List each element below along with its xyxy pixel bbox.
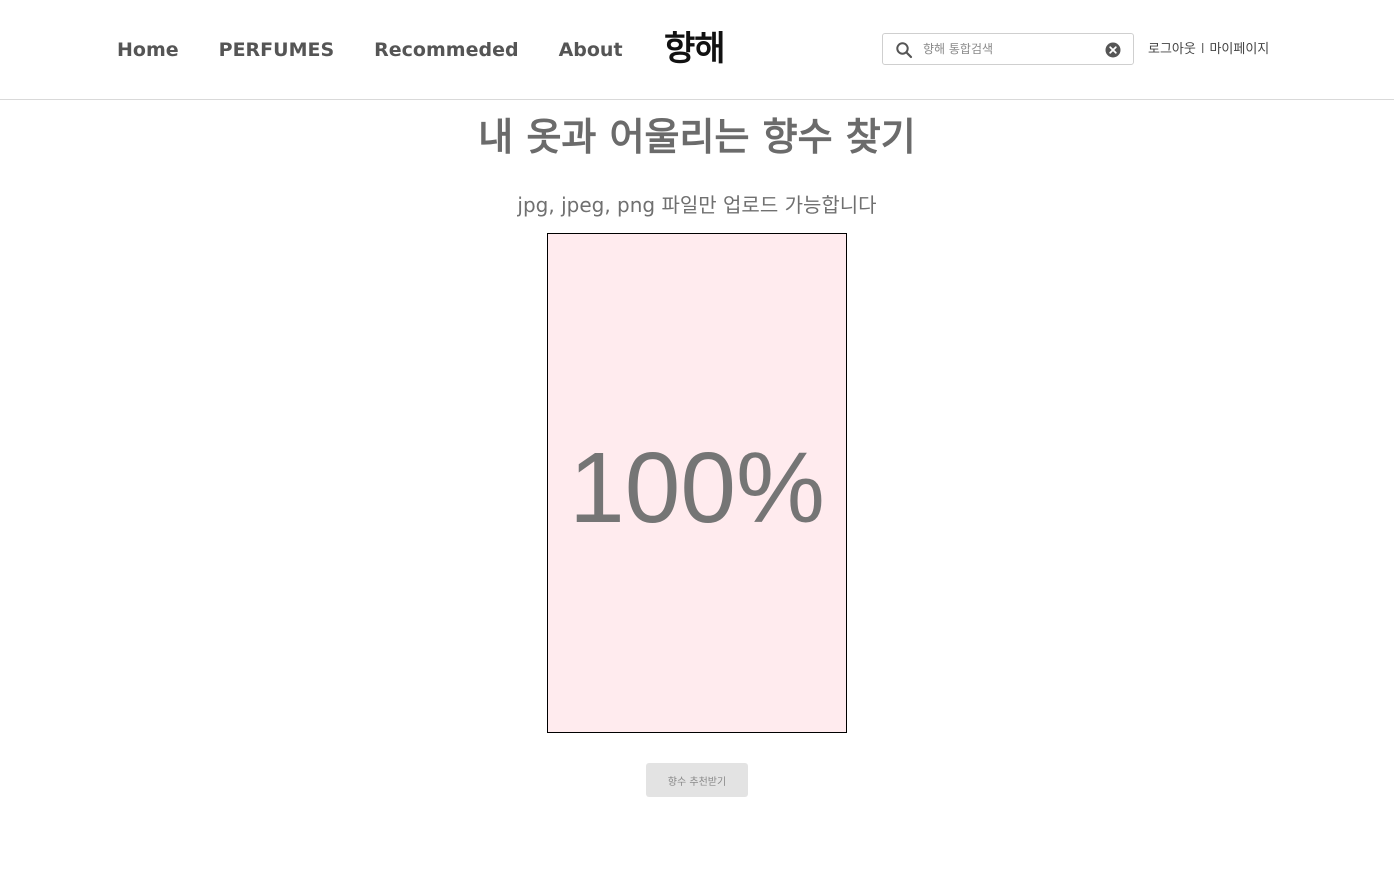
- clear-search-icon[interactable]: [1105, 42, 1121, 58]
- search-icon[interactable]: [895, 41, 913, 59]
- nav-recommended[interactable]: Recommeded: [374, 38, 518, 62]
- recommend-perfume-button[interactable]: 향수 추천받기: [646, 763, 748, 797]
- search-box: [882, 33, 1134, 65]
- site-logo[interactable]: 향해: [664, 29, 726, 69]
- user-links: 로그아웃 l 마이페이지: [1148, 40, 1269, 60]
- main-nav: Home PERFUMES Recommeded About: [117, 38, 623, 62]
- nav-home[interactable]: Home: [117, 38, 179, 62]
- nav-perfumes[interactable]: PERFUMES: [219, 38, 335, 62]
- logout-link[interactable]: 로그아웃: [1148, 40, 1196, 60]
- upload-progress-text: 100%: [569, 432, 825, 544]
- page-title: 내 옷과 어울리는 향수 찾기: [478, 115, 916, 159]
- upload-hint: jpg, jpeg, png 파일만 업로드 가능합니다: [517, 193, 877, 217]
- image-upload-area[interactable]: 100%: [547, 233, 847, 733]
- mypage-link[interactable]: 마이페이지: [1209, 40, 1269, 60]
- nav-about[interactable]: About: [559, 38, 623, 62]
- search-input[interactable]: [923, 38, 1093, 60]
- user-links-separator: l: [1200, 42, 1205, 57]
- site-header: Home PERFUMES Recommeded About 향해 로그아웃 l…: [0, 0, 1394, 100]
